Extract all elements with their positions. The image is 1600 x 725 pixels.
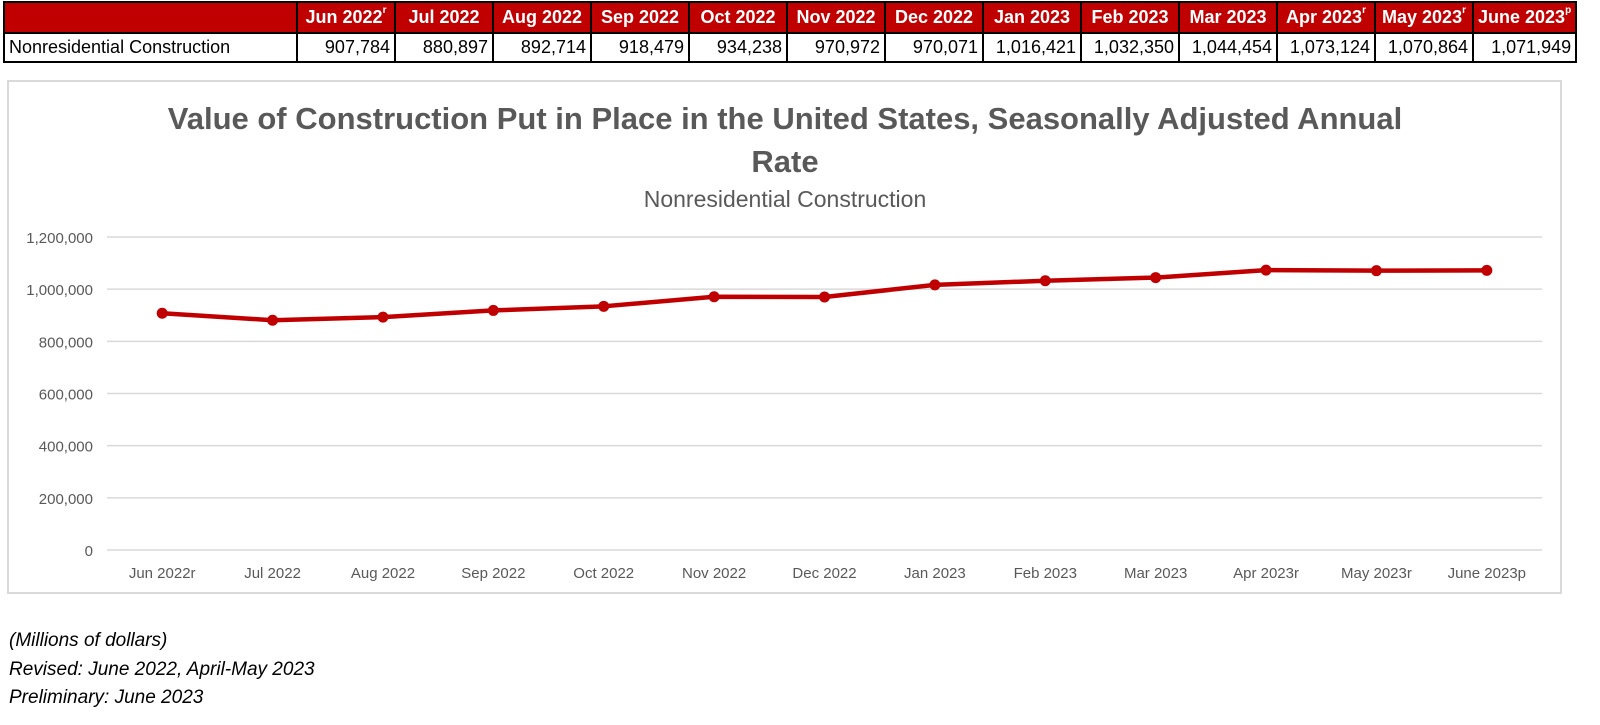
chart-title-line-1: Value of Construction Put in Place in th… [168,101,1402,136]
table-header-label: June 2023 [1478,7,1566,27]
table-header-label: Aug 2022 [501,7,583,27]
x-tick-label: June 2023p [1448,565,1526,582]
table-header-cell: Jul 2022 [394,1,494,34]
table-header-cell: May 2023r [1374,1,1474,34]
table-header-cell: Aug 2022 [492,1,592,34]
y-tick-label: 200,000 [39,491,93,508]
table-value-cell: 1,073,124 [1276,32,1376,63]
table-value-cell: 1,044,454 [1178,32,1278,63]
table-header-cell: Nov 2022 [786,1,886,34]
table-value-cell: 1,070,864 [1374,32,1474,63]
data-point-marker [929,279,941,291]
table-value-cell: 1,032,350 [1080,32,1180,63]
note-revised: Revised: June 2022, April-May 2023 [9,658,315,680]
data-point-marker [1150,272,1162,284]
series-line-group [156,264,1493,326]
table-header-cell: Feb 2023 [1080,1,1180,34]
y-tick-label: 0 [85,543,93,560]
table-row: Nonresidential Construction 907,784 880,8… [3,32,1578,63]
y-tick-label: 600,000 [39,387,93,404]
table-header-label: Apr 2023 [1286,7,1363,27]
table-header-label: Jan 2023 [993,7,1071,27]
x-tick-label: Jan 2023 [904,565,966,582]
gridlines [107,236,1542,551]
data-point-marker [708,291,720,303]
y-axis-labels: 0 200,000 400,000 600,000 800,000 1,000,000 1,… [26,230,93,560]
data-point-marker [1370,265,1382,277]
table-header-cell: June 2023p [1471,1,1578,34]
chart-title-line-2: Rate [751,144,818,179]
data-point-marker [377,311,389,323]
data-point-marker [156,307,168,319]
table-value-cell: 1,016,421 [982,32,1082,63]
table-value-cell: 970,071 [884,32,984,63]
x-tick-label: Nov 2022 [682,565,746,582]
table-header-label: Mar 2023 [1189,7,1267,27]
table-value-cell: 934,238 [688,32,788,63]
x-tick-label: Mar 2023 [1124,565,1187,582]
table-header-label: Dec 2022 [894,7,974,27]
table-header-footnote-mark: p [1565,5,1572,16]
x-tick-label: Jun 2022r [129,565,196,582]
chart-subtitle: Nonresidential Construction [644,186,927,212]
table-header-cell: Mar 2023 [1178,1,1278,34]
table-header-cell: Oct 2022 [688,1,788,34]
data-point-marker [267,314,279,326]
table-header-footnote-mark: r [1462,5,1466,16]
y-tick-label: 1,200,000 [26,230,93,247]
table-header-label: Feb 2023 [1091,7,1169,27]
table-header-cell: Apr 2023r [1276,1,1376,34]
data-point-marker [1260,264,1272,276]
x-tick-label: Apr 2023r [1233,565,1299,582]
table-value-cell: 918,479 [590,32,690,63]
table-header-label: Jun 2022 [305,7,383,27]
data-table: Jun 2022r Jul 2022 Aug 2022 Sep 2022 Oct 202… [3,1,1578,63]
table-header-cell: Dec 2022 [884,1,984,34]
table-header-label: Oct 2022 [700,7,776,27]
table-value-cell: 1,071,949 [1471,32,1578,63]
table-header-footnote-mark: r [1362,5,1366,16]
y-tick-label: 400,000 [39,439,93,456]
x-tick-label: Aug 2022 [351,565,415,582]
x-tick-label: Oct 2022 [573,565,634,582]
table-header-blank [3,1,298,34]
x-tick-label: Sep 2022 [461,565,525,582]
data-point-marker [1039,275,1051,287]
x-tick-label: Jul 2022 [244,565,301,582]
table-header-footnote-mark: r [382,5,387,16]
table-value-cell: 880,897 [394,32,494,63]
table-header-label: Jul 2022 [408,7,480,27]
data-point-marker [598,300,610,312]
x-tick-label: Dec 2022 [792,565,856,582]
row-label: Nonresidential Construction [3,32,298,63]
table-header-label: Nov 2022 [796,7,876,27]
y-tick-label: 1,000,000 [26,282,93,299]
line-chart: Value of Construction Put in Place in th… [26,101,1542,582]
table-header-label: Sep 2022 [600,7,680,27]
data-point-marker [1481,264,1493,276]
table-header-cell: Jun 2022r [296,1,396,34]
note-units: (Millions of dollars) [9,630,168,651]
y-tick-label: 800,000 [39,334,93,351]
footnotes: (Millions of dollars) Revised: June 2022… [9,627,315,713]
table-header-label: May 2023 [1382,7,1463,27]
data-point-marker [487,304,499,316]
data-point-marker [819,291,830,303]
table-value-cell: 907,784 [296,32,396,63]
x-axis-labels: Jun 2022r Jul 2022 Aug 2022 Sep 2022 Oct 202… [129,565,1526,582]
table-header-row: Jun 2022r Jul 2022 Aug 2022 Sep 2022 Oct 202… [3,1,1578,34]
table-value-cell: 892,714 [492,32,592,63]
x-tick-label: Feb 2023 [1014,565,1077,582]
chart-container: Value of Construction Put in Place in th… [7,80,1562,594]
note-preliminary: Preliminary: June 2023 [9,687,204,708]
table-header-cell: Jan 2023 [982,1,1082,34]
x-tick-label: May 2023r [1341,565,1412,582]
table-header-cell: Sep 2022 [590,1,690,34]
table-value-cell: 970,972 [786,32,886,63]
